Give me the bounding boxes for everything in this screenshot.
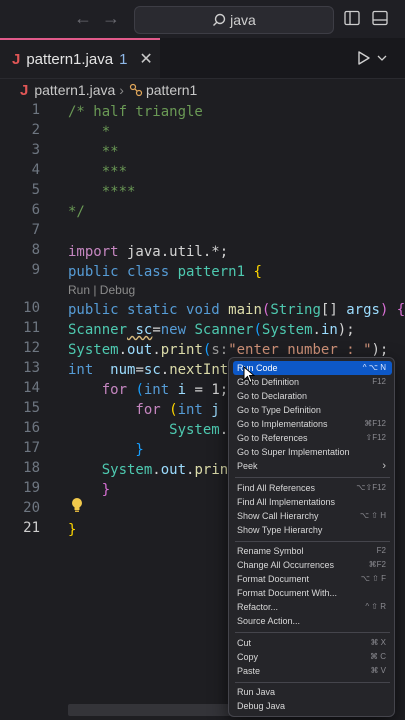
line-number: 15 [23,400,40,416]
menu-separator [235,682,390,683]
line-number: 3 [31,142,40,158]
toggle-sidebar-icon[interactable] [344,10,360,26]
search-icon [213,13,226,26]
toggle-panel-icon[interactable] [372,10,388,26]
line-number: 16 [23,420,40,436]
line-number: 8 [31,242,40,258]
line-number: 7 [31,222,40,238]
menu-item-find-all-references[interactable]: Find All References ⌥⇧F12 [233,481,392,495]
menu-item-go-to-declaration[interactable]: Go to Declaration [233,389,392,403]
menu-separator [235,632,390,633]
java-file-icon: J [20,81,29,99]
class-symbol-icon [129,83,143,97]
breadcrumb-symbol[interactable]: pattern1 [146,82,197,98]
menu-item-show-call-hierarchy[interactable]: Show Call Hierarchy ⌥ ⇧ H [233,509,392,523]
tab-bar: J pattern1.java 1 ✕ [0,38,405,79]
menu-item-go-to-references[interactable]: Go to References ⇧F12 [233,431,392,445]
menu-item-find-all-implementations[interactable]: Find All Implementations [233,495,392,509]
line-number: 1 [31,102,40,118]
problem-count-badge: 1 [119,50,128,68]
menu-item-go-to-type-definition[interactable]: Go to Type Definition [233,403,392,417]
line-number: 14 [23,380,40,396]
code-editor[interactable]: /* half triangle * ** *** **** */ import… [68,100,405,538]
menu-item-format-document-with[interactable]: Format Document With... [233,586,392,600]
menu-item-go-to-definition[interactable]: Go to Definition F12 [233,375,392,389]
line-number: 9 [31,262,40,278]
code-line: */ [68,204,85,220]
tab-filename: pattern1.java [26,50,114,68]
code-line: *** [68,164,128,180]
menu-item-change-all-occurrences[interactable]: Change All Occurrences ⌘F2 [233,558,392,572]
code-line: int num=sc.nextInt( [68,362,237,378]
code-line: System.out.print [68,462,237,478]
menu-item-run-code[interactable]: Run Code ^ ⌥ N [233,361,392,375]
line-number: 5 [31,182,40,198]
code-line: public class pattern1 { [68,264,262,280]
code-line: } [68,442,144,458]
line-number: 19 [23,480,40,496]
code-line: for (int i = 1; [68,382,229,398]
menu-item-rename-symbol[interactable]: Rename Symbol F2 [233,544,392,558]
run-play-icon[interactable] [356,50,372,66]
line-number-active: 21 [23,520,40,536]
code-line: System.ou [68,422,245,438]
menu-item-cut[interactable]: Cut ⌘ X [233,636,392,650]
menu-item-run-java[interactable]: Run Java [233,685,392,699]
code-line: import java.util.*; [68,244,229,260]
line-number: 10 [23,300,40,316]
code-line: } [68,522,77,538]
tab-pattern1-java[interactable]: J pattern1.java 1 ✕ [0,38,160,78]
line-number: 12 [23,340,40,356]
line-number: 13 [23,360,40,376]
mouse-pointer-icon [243,366,255,384]
code-line: Scanner sc=new Scanner(System.in); [68,322,355,338]
menu-item-go-to-super-implementation[interactable]: Go to Super Implementation [233,445,392,459]
menu-item-peek[interactable]: Peek › [233,459,392,473]
menu-item-show-type-hierarchy[interactable]: Show Type Hierarchy [233,523,392,537]
run-dropdown-chevron-icon[interactable] [377,54,387,62]
search-text: java [230,12,256,28]
menu-item-format-document[interactable]: Format Document ⌥ ⇧ F [233,572,392,586]
lightbulb-icon[interactable] [70,497,84,513]
code-line: /* half triangle [68,104,203,120]
line-number: 17 [23,440,40,456]
line-number: 20 [23,500,40,516]
line-number: 6 [31,202,40,218]
line-number: 11 [23,320,40,336]
code-line: public static void main(String[] args) { [68,302,405,318]
menu-item-source-action[interactable]: Source Action... [233,614,392,628]
close-tab-icon[interactable]: ✕ [139,49,152,69]
submenu-chevron-icon: › [382,460,386,472]
menu-item-paste[interactable]: Paste ⌘ V [233,664,392,678]
line-number: 4 [31,162,40,178]
forward-arrow-icon[interactable]: → [102,8,120,29]
menu-item-refactor[interactable]: Refactor... ^ ⇧ R [233,600,392,614]
line-number: 2 [31,122,40,138]
code-line: ** [68,144,119,160]
breadcrumb-separator: › [119,82,124,98]
java-file-icon: J [12,50,21,68]
menu-item-go-to-implementations[interactable]: Go to Implementations ⌘F12 [233,417,392,431]
context-menu: Run Code ^ ⌥ N Go to Definition F12 Go to … [228,357,395,717]
breadcrumb-file[interactable]: pattern1.java [34,82,115,98]
code-line: **** [68,184,136,200]
menu-item-debug-java[interactable]: Debug Java [233,699,392,713]
code-lens-run-debug[interactable]: Run | Debug [68,280,135,300]
code-line: for (int j = [68,402,236,418]
breadcrumb: J pattern1.java › pattern1 [0,80,405,100]
code-line: * [68,124,111,140]
line-number: 18 [23,460,40,476]
menu-item-copy[interactable]: Copy ⌘ C [233,650,392,664]
back-arrow-icon[interactable]: ← [74,8,92,29]
command-center-search[interactable]: java [134,6,334,34]
menu-separator [235,541,390,542]
menu-separator [235,477,390,478]
title-bar: ← → java [0,0,405,38]
